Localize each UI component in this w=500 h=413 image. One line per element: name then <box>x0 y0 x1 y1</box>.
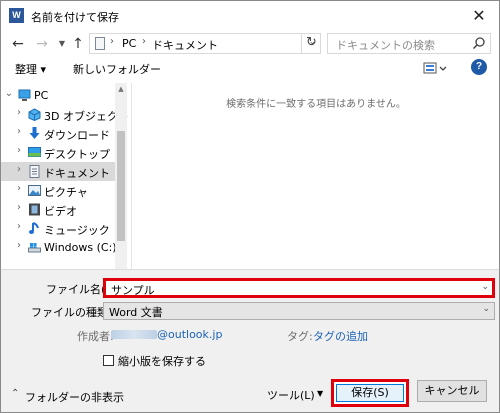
tree-label: ダウンロード <box>44 129 110 142</box>
back-arrow-icon[interactable]: ← <box>9 34 27 54</box>
pictures-icon <box>28 185 41 196</box>
scroll-up-icon[interactable]: ▲ <box>115 83 127 95</box>
save-thumbnail-label[interactable]: 縮小版を保存する <box>118 353 206 369</box>
tree-label: ドキュメント <box>44 167 110 180</box>
tree-item-pc[interactable]: ⌄ PC <box>1 86 115 105</box>
help-icon[interactable]: ? <box>471 59 487 75</box>
cancel-button[interactable]: キャンセル <box>417 380 487 402</box>
forward-arrow-icon[interactable]: → <box>33 34 51 54</box>
tags-label: タグ: <box>287 330 313 343</box>
save-button[interactable]: 保存(S) <box>336 384 404 402</box>
navigation-pane: ⌄ PC › 3D オブジェクト › ダウンロード › デスクトップ › ドキュ… <box>1 83 129 269</box>
filename-value[interactable]: サンプル <box>111 282 155 298</box>
drive-icon <box>28 243 41 253</box>
search-placeholder: ドキュメントの検索 <box>336 39 435 52</box>
chevron-right-icon[interactable]: › <box>14 164 24 175</box>
tree-label: ピクチャ <box>44 186 88 199</box>
filetype-value: Word 文書 <box>109 306 163 319</box>
chevron-right-icon[interactable]: › <box>14 183 24 194</box>
download-icon <box>29 127 40 139</box>
chevron-down-icon[interactable]: ⌄ <box>4 88 14 99</box>
refresh-icon[interactable]: ↻ <box>301 33 321 54</box>
videos-icon <box>29 203 40 216</box>
tree-label: ビデオ <box>44 205 77 218</box>
breadcrumb-documents[interactable]: ドキュメント <box>152 37 218 53</box>
document-folder-icon <box>95 37 105 50</box>
tree-item-3d-objects[interactable]: › 3D オブジェクト <box>1 105 129 124</box>
view-options-icon[interactable] <box>423 60 447 76</box>
author-redacted <box>111 330 157 339</box>
documents-icon <box>29 165 40 178</box>
save-thumbnail-checkbox[interactable] <box>103 355 114 366</box>
filename-field[interactable]: サンプル ⌄ <box>103 278 495 298</box>
address-bar[interactable]: › PC › ドキュメント ⌄ <box>89 33 321 54</box>
author-value[interactable]: @outlook.jp <box>157 328 222 341</box>
3d-objects-icon <box>28 108 41 121</box>
breadcrumb-separator-icon[interactable]: › <box>142 36 146 47</box>
tools-button[interactable]: ツール(L) <box>267 387 315 403</box>
add-tag-link[interactable]: タグの追加 <box>313 328 368 344</box>
author-label: 作成者: <box>77 330 114 343</box>
caret-down-icon[interactable]: ▼ <box>317 389 323 398</box>
tree-label: デスクトップ <box>44 148 110 161</box>
tree-item-videos[interactable]: › ビデオ <box>1 200 115 219</box>
tree-label: PC <box>34 89 49 102</box>
chevron-right-icon[interactable]: › <box>14 202 24 213</box>
chevron-up-icon: ⌃ <box>11 388 20 399</box>
search-icon[interactable] <box>472 36 486 50</box>
chevron-down-icon[interactable]: ⌄ <box>481 282 489 292</box>
pc-icon <box>18 89 31 101</box>
tree-item-downloads[interactable]: › ダウンロード <box>1 124 115 143</box>
title-bar: W 名前を付けて保存 ✕ <box>1 1 499 31</box>
tree-item-windows-c[interactable]: › Windows (C:) <box>1 238 117 257</box>
tree-label: ミュージック <box>44 224 110 237</box>
tree-item-documents[interactable]: › ドキュメント <box>1 162 115 181</box>
save-options-panel: ファイル名(N): サンプル ⌄ ファイルの種類(T): Word 文書 ⌄ 作… <box>1 269 499 412</box>
file-list-area[interactable]: 検索条件に一致する項目はありません。 <box>131 83 499 269</box>
tree-label: Windows (C:) <box>44 241 117 254</box>
chevron-right-icon[interactable]: › <box>14 240 24 251</box>
window-title: 名前を付けて保存 <box>31 11 119 24</box>
hide-folders-label: フォルダーの非表示 <box>25 391 124 404</box>
up-arrow-icon[interactable]: ↑ <box>69 34 87 54</box>
save-as-dialog: W 名前を付けて保存 ✕ ← → ▼ ↑ › PC › ドキュメント ⌄ ↻ ド… <box>0 0 500 413</box>
tree-item-music[interactable]: › ミュージック <box>1 219 115 238</box>
save-button-highlight[interactable]: 保存(S) <box>331 379 409 407</box>
filetype-select[interactable]: Word 文書 ⌄ <box>103 302 495 320</box>
new-folder-button[interactable]: 新しいフォルダー <box>73 61 161 77</box>
breadcrumb-separator-icon: › <box>110 36 114 47</box>
chevron-right-icon[interactable]: › <box>14 221 24 232</box>
chevron-right-icon[interactable]: › <box>14 107 24 118</box>
chevron-right-icon[interactable]: › <box>14 126 24 137</box>
tree-item-desktop[interactable]: › デスクトップ <box>1 143 115 162</box>
empty-results-message: 検索条件に一致する項目はありません。 <box>226 99 406 110</box>
scrollbar-thumb[interactable] <box>117 131 125 241</box>
navigation-bar: ← → ▼ ↑ › PC › ドキュメント ⌄ ↻ ドキュメントの検索 <box>1 31 499 57</box>
chevron-down-icon[interactable]: ⌄ <box>482 304 490 314</box>
organize-button[interactable]: 整理 ▾ <box>15 61 46 77</box>
close-button[interactable]: ✕ <box>469 6 489 26</box>
music-icon <box>29 222 39 234</box>
search-input[interactable]: ドキュメントの検索 <box>327 33 491 54</box>
chevron-right-icon[interactable]: › <box>14 145 24 156</box>
navigation-scrollbar[interactable]: ▲ <box>115 83 127 269</box>
tree-item-pictures[interactable]: › ピクチャ <box>1 181 115 200</box>
breadcrumb-pc[interactable]: PC <box>122 37 136 50</box>
word-app-icon: W <box>9 8 24 23</box>
toolbar: 整理 ▾ 新しいフォルダー ? <box>1 57 499 81</box>
desktop-icon <box>28 147 41 157</box>
